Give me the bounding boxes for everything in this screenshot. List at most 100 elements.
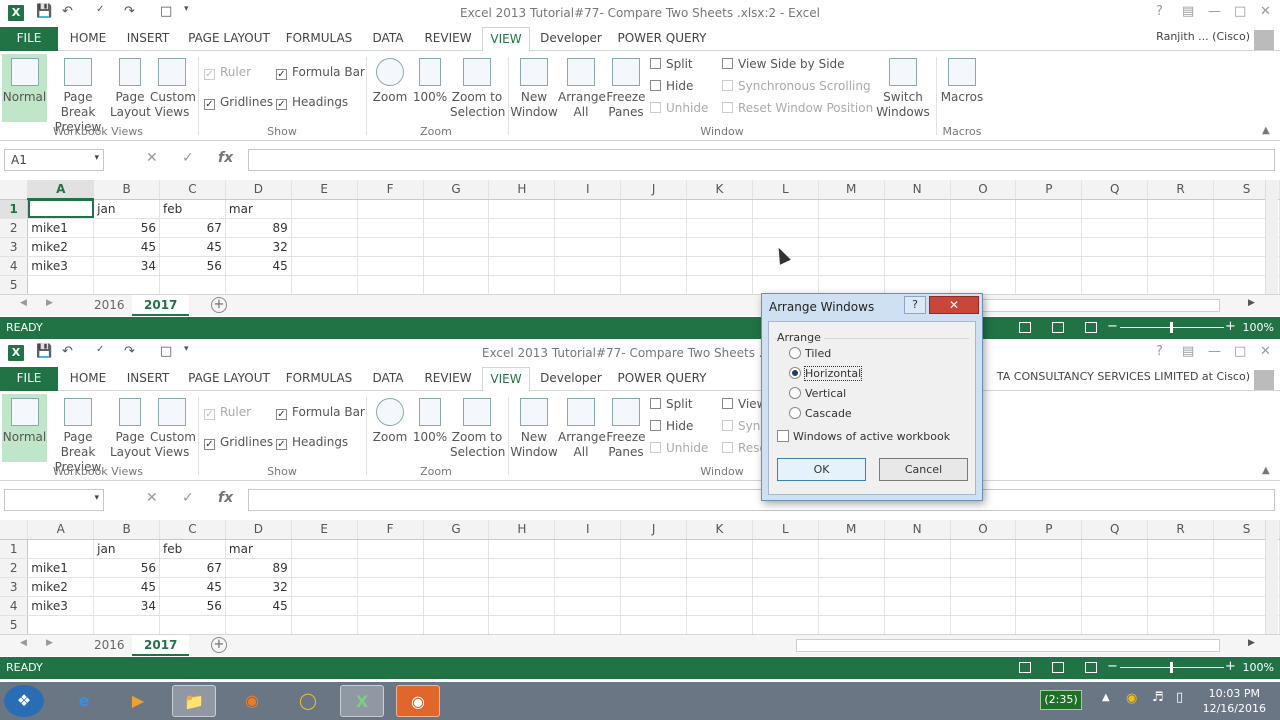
column-header-m[interactable]: M (818, 520, 885, 540)
cell[interactable] (1081, 615, 1149, 635)
minimize-icon[interactable]: — (1208, 4, 1221, 19)
cell[interactable] (884, 237, 951, 257)
cell[interactable] (1015, 615, 1083, 635)
scroll-left-icon[interactable]: ◀ (20, 638, 27, 648)
cell[interactable] (1147, 199, 1215, 219)
cell[interactable]: 56 (93, 558, 161, 578)
tab-home[interactable]: HOME (62, 367, 114, 391)
cell[interactable]: feb (159, 539, 226, 559)
cell[interactable]: 89 (225, 558, 292, 578)
cell[interactable] (686, 218, 753, 238)
cell[interactable] (488, 256, 556, 276)
cell[interactable] (291, 275, 358, 295)
column-header-k[interactable]: K (686, 520, 753, 540)
cell[interactable] (818, 558, 885, 578)
cell[interactable] (291, 237, 358, 257)
notification-icon[interactable]: ◉ (1126, 691, 1137, 706)
select-all-corner[interactable] (0, 520, 29, 540)
formula-bar-checkbox[interactable]: ✓ Formula Bar (276, 65, 365, 80)
ribbon-display-icon[interactable]: ▤ (1182, 4, 1194, 19)
cell[interactable] (1015, 237, 1083, 257)
cell[interactable] (1147, 558, 1215, 578)
cell[interactable] (1081, 596, 1149, 616)
cell[interactable] (1147, 237, 1215, 257)
cell[interactable] (357, 539, 424, 559)
cell[interactable] (159, 275, 226, 295)
radio-vertical[interactable]: Vertical (789, 387, 846, 400)
cell[interactable] (752, 577, 819, 597)
column-header-l[interactable]: L (752, 520, 819, 540)
cell[interactable] (686, 275, 753, 295)
cell[interactable] (488, 558, 556, 578)
column-header-c[interactable]: C (159, 520, 226, 540)
new-sheet-icon[interactable]: + (211, 297, 227, 313)
cell[interactable] (554, 539, 622, 559)
column-header-d[interactable]: D (225, 180, 292, 200)
cell[interactable] (686, 596, 753, 616)
cell[interactable] (357, 558, 424, 578)
column-header-j[interactable]: J (620, 180, 688, 200)
radio-button[interactable] (789, 347, 801, 359)
column-header-q[interactable]: Q (1081, 520, 1149, 540)
cell[interactable] (554, 256, 622, 276)
close-icon[interactable]: ✕ (1260, 4, 1271, 19)
cell[interactable] (291, 558, 358, 578)
cell[interactable]: mike3 (27, 596, 95, 616)
cell[interactable] (752, 596, 819, 616)
cell[interactable] (291, 256, 358, 276)
new-window-button[interactable]: New Window (510, 54, 558, 122)
select-all-corner[interactable] (0, 180, 29, 200)
cell[interactable] (554, 596, 622, 616)
row-header[interactable]: 3 (0, 237, 29, 257)
row-header[interactable]: 5 (0, 275, 29, 295)
cell[interactable]: 34 (93, 596, 161, 616)
row-header[interactable]: 3 (0, 577, 29, 597)
column-header-f[interactable]: F (357, 180, 424, 200)
cell[interactable] (1081, 275, 1149, 295)
cell[interactable] (950, 558, 1017, 578)
cell[interactable] (686, 577, 753, 597)
column-header-i[interactable]: I (554, 180, 622, 200)
cell[interactable]: jan (93, 539, 161, 559)
cancel-button[interactable]: Cancel (879, 458, 968, 481)
cell[interactable] (950, 596, 1017, 616)
cell[interactable]: feb (159, 199, 226, 219)
ruler-checkbox[interactable]: ✓ Ruler (204, 405, 251, 420)
column-header-m[interactable]: M (818, 180, 885, 200)
zoom-to-selection-button[interactable]: Zoom to Selection (450, 54, 505, 122)
cell[interactable]: 45 (225, 596, 292, 616)
cell[interactable]: mar (225, 539, 292, 559)
column-header-k[interactable]: K (686, 180, 753, 200)
cell[interactable]: 67 (159, 218, 226, 238)
excel-taskbar-icon[interactable]: X (340, 685, 384, 717)
cell[interactable] (686, 256, 753, 276)
account-name[interactable]: Ranjith ... (Cisco) (960, 30, 1250, 43)
cell[interactable] (93, 275, 161, 295)
zoom-slider-thumb[interactable] (1170, 322, 1173, 333)
zoom-button[interactable]: Zoom (370, 394, 410, 462)
tab-view[interactable]: VIEW (482, 367, 530, 392)
cell[interactable] (357, 237, 424, 257)
tab-review[interactable]: REVIEW (420, 367, 476, 391)
cell[interactable]: mike2 (27, 577, 95, 597)
avatar[interactable] (1254, 370, 1274, 390)
cell[interactable]: 34 (93, 256, 161, 276)
minimize-icon[interactable]: — (1208, 344, 1221, 359)
custom-views-button[interactable]: Custom Views (150, 54, 196, 122)
tab-file[interactable]: FILE (0, 27, 58, 51)
headings-checkbox[interactable]: ✓ Headings (276, 95, 348, 110)
column-header-a[interactable]: A (27, 520, 95, 540)
cell[interactable] (620, 577, 688, 597)
cell[interactable]: 67 (159, 558, 226, 578)
zoom-100-button[interactable]: 100% (412, 54, 448, 122)
column-header-r[interactable]: R (1147, 520, 1215, 540)
windows-of-active-workbook-checkbox[interactable]: Windows of active workbook (777, 430, 950, 443)
cell[interactable] (818, 237, 885, 257)
cell[interactable] (357, 256, 424, 276)
ok-button[interactable]: OK (777, 458, 866, 481)
cell[interactable] (1015, 218, 1083, 238)
cell[interactable] (357, 596, 424, 616)
switch-windows-button[interactable]: Switch Windows (872, 54, 934, 122)
radio-horizontal[interactable]: Horizontal (789, 366, 863, 381)
cell[interactable] (357, 615, 424, 635)
